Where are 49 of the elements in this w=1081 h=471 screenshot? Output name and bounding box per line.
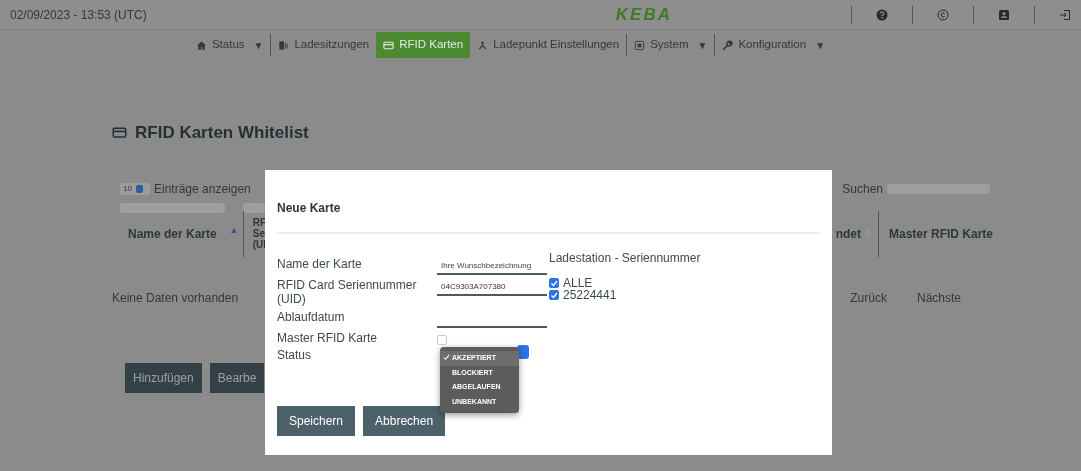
action-button[interactable]: Bearbe xyxy=(209,362,265,393)
checkbox[interactable] xyxy=(549,290,559,300)
checkbox[interactable] xyxy=(437,334,447,345)
contact-card-icon[interactable] xyxy=(998,8,1010,21)
column-header[interactable]: Name der Karte xyxy=(128,224,217,243)
copyright-icon[interactable] xyxy=(937,8,949,21)
entries-label: Einträge anzeigen xyxy=(154,180,251,198)
charger-icon xyxy=(278,39,290,51)
nav-tab[interactable]: Ladesitzungen xyxy=(271,32,377,58)
empty-table-message: Keine Daten vorhanden xyxy=(112,289,239,307)
field-label: Ablaufdatum xyxy=(277,310,346,325)
field-label: Name der Karte xyxy=(277,258,363,272)
help-icon[interactable] xyxy=(876,8,888,21)
nav-tab[interactable]: Ladepunkt Einstellungen xyxy=(470,32,627,58)
card-icon xyxy=(112,125,127,141)
wrench-icon xyxy=(722,39,734,51)
field-label: Master RFID Karte xyxy=(277,331,379,346)
filter-field[interactable] xyxy=(243,202,265,213)
station-label: ALLE xyxy=(563,277,593,289)
column-header[interactable]: ndet xyxy=(835,224,861,243)
nav-tab[interactable]: Status ▼ xyxy=(188,32,271,58)
nav-tab[interactable]: System ▼ xyxy=(627,32,715,58)
action-button[interactable]: Hinzufügen xyxy=(125,362,202,393)
page-title: RFID Karten Whitelist xyxy=(135,122,309,144)
sort-ascending-icon[interactable] xyxy=(230,226,237,233)
pagination-link[interactable]: Zurück xyxy=(850,288,887,307)
nav-tab[interactable]: RFID Karten xyxy=(376,32,471,58)
logout-icon[interactable] xyxy=(1059,8,1071,21)
checkbox[interactable] xyxy=(549,278,559,288)
check-icon xyxy=(443,354,450,362)
field-label: RFID Card Seriennummer (UID) xyxy=(277,279,418,307)
column-header[interactable]: RF Se (UI xyxy=(252,217,267,250)
home-icon xyxy=(195,39,207,51)
chip-icon xyxy=(634,39,646,51)
column-header[interactable]: Master RFID Karte xyxy=(888,224,993,243)
network-icon xyxy=(477,39,489,51)
page-length-select[interactable]: 10 xyxy=(120,182,150,195)
station-label: 25224441 xyxy=(563,289,617,301)
dialog-button[interactable]: Abbrechen xyxy=(363,406,446,437)
pagination-link[interactable]: Nächste xyxy=(916,288,961,307)
dialog-button[interactable]: Speichern xyxy=(277,406,356,437)
logo: KEBA xyxy=(615,3,672,26)
card-icon xyxy=(383,39,395,51)
section-label: Ladestation - Seriennummer xyxy=(549,250,701,267)
nav-tab[interactable]: Konfiguration ▼ xyxy=(715,32,833,58)
search-label: Suchen xyxy=(842,180,883,198)
date-time-label: 02/09/2023 - 13:53 (UTC) xyxy=(10,6,147,24)
dialog-title: Neue Karte xyxy=(277,200,342,217)
field-label: Status xyxy=(277,349,313,364)
